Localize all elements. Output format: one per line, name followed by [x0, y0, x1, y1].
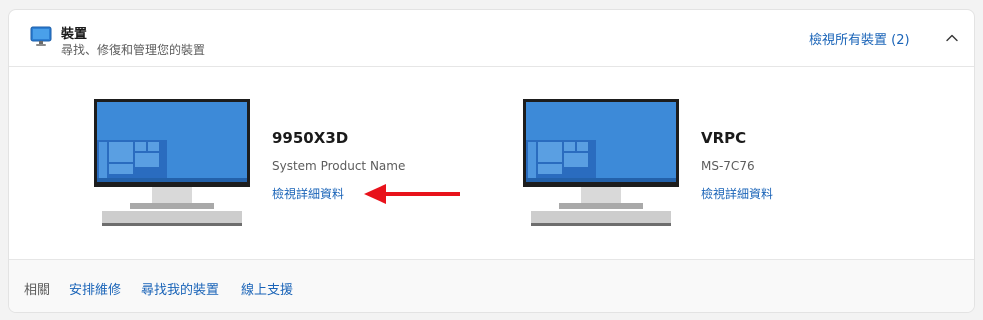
device-model: MS-7C76 [701, 159, 755, 173]
device-name: 9950X3D [272, 129, 349, 147]
card-subtitle: 尋找、修復和管理您的裝置 [61, 43, 206, 57]
desktop-pc-icon [94, 99, 250, 226]
card-header: 裝置 尋找、修復和管理您的裝置 檢視所有裝置 (2) [9, 10, 974, 67]
schedule-repair-link[interactable]: 安排維修 [69, 279, 121, 298]
device-list: 9950X3D System Product Name 檢視詳細資料 VRPC … [9, 67, 974, 259]
related-label: 相關 [24, 283, 51, 298]
view-details-link[interactable]: 檢視詳細資料 [701, 185, 773, 202]
find-my-device-link[interactable]: 尋找我的裝置 [141, 279, 219, 298]
card-title: 裝置 [61, 27, 88, 42]
device-item: 9950X3D System Product Name 檢視詳細資料 [9, 67, 460, 259]
related-footer: 相關 安排維修 尋找我的裝置 線上支援 [9, 259, 974, 312]
device-name: VRPC [701, 129, 747, 147]
view-all-devices-link[interactable]: 檢視所有裝置 (2) [809, 29, 910, 48]
monitor-icon [30, 26, 52, 46]
device-model: System Product Name [272, 159, 406, 173]
device-item: VRPC MS-7C76 檢視詳細資料 [439, 67, 839, 259]
chevron-up-icon[interactable] [944, 30, 960, 46]
desktop-pc-icon [523, 99, 679, 226]
view-details-link[interactable]: 檢視詳細資料 [272, 185, 344, 202]
online-support-link[interactable]: 線上支援 [241, 279, 293, 298]
devices-card: 裝置 尋找、修復和管理您的裝置 檢視所有裝置 (2) 9950X3D Syste… [8, 9, 975, 313]
